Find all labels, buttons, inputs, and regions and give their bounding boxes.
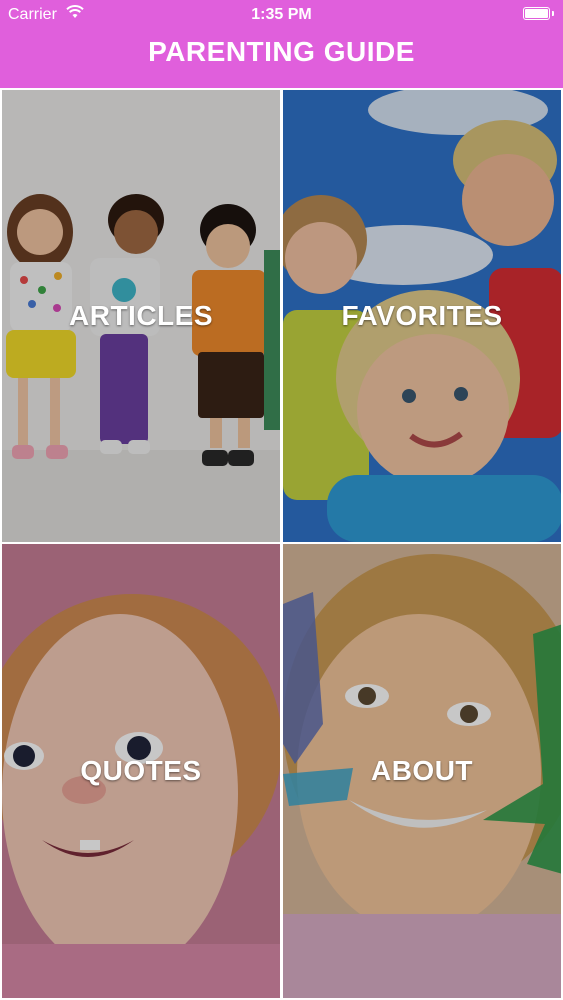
clock: 1:35 PM bbox=[251, 6, 312, 23]
battery-tip bbox=[552, 11, 554, 16]
favorites-label: FAVORITES bbox=[341, 300, 503, 331]
navigation-bar: Carrier 1:35 PM PARENTING GUIDE bbox=[0, 0, 563, 88]
menu-grid: ARTICLES FAVORITES QUOTES ABOUT bbox=[0, 88, 563, 1000]
quotes-label: QUOTES bbox=[80, 755, 202, 786]
articles-label: ARTICLES bbox=[69, 300, 213, 331]
about-label: ABOUT bbox=[370, 755, 474, 786]
quotes-tile[interactable]: QUOTES bbox=[0, 542, 282, 1000]
page-title: PARENTING GUIDE bbox=[148, 36, 415, 67]
favorites-tile[interactable]: FAVORITES bbox=[281, 88, 563, 544]
status-bar: Carrier 1:35 PM bbox=[0, 0, 563, 30]
articles-tile[interactable]: ARTICLES bbox=[0, 88, 282, 544]
about-tile[interactable]: ABOUT bbox=[281, 542, 563, 1000]
battery-icon bbox=[523, 7, 550, 20]
